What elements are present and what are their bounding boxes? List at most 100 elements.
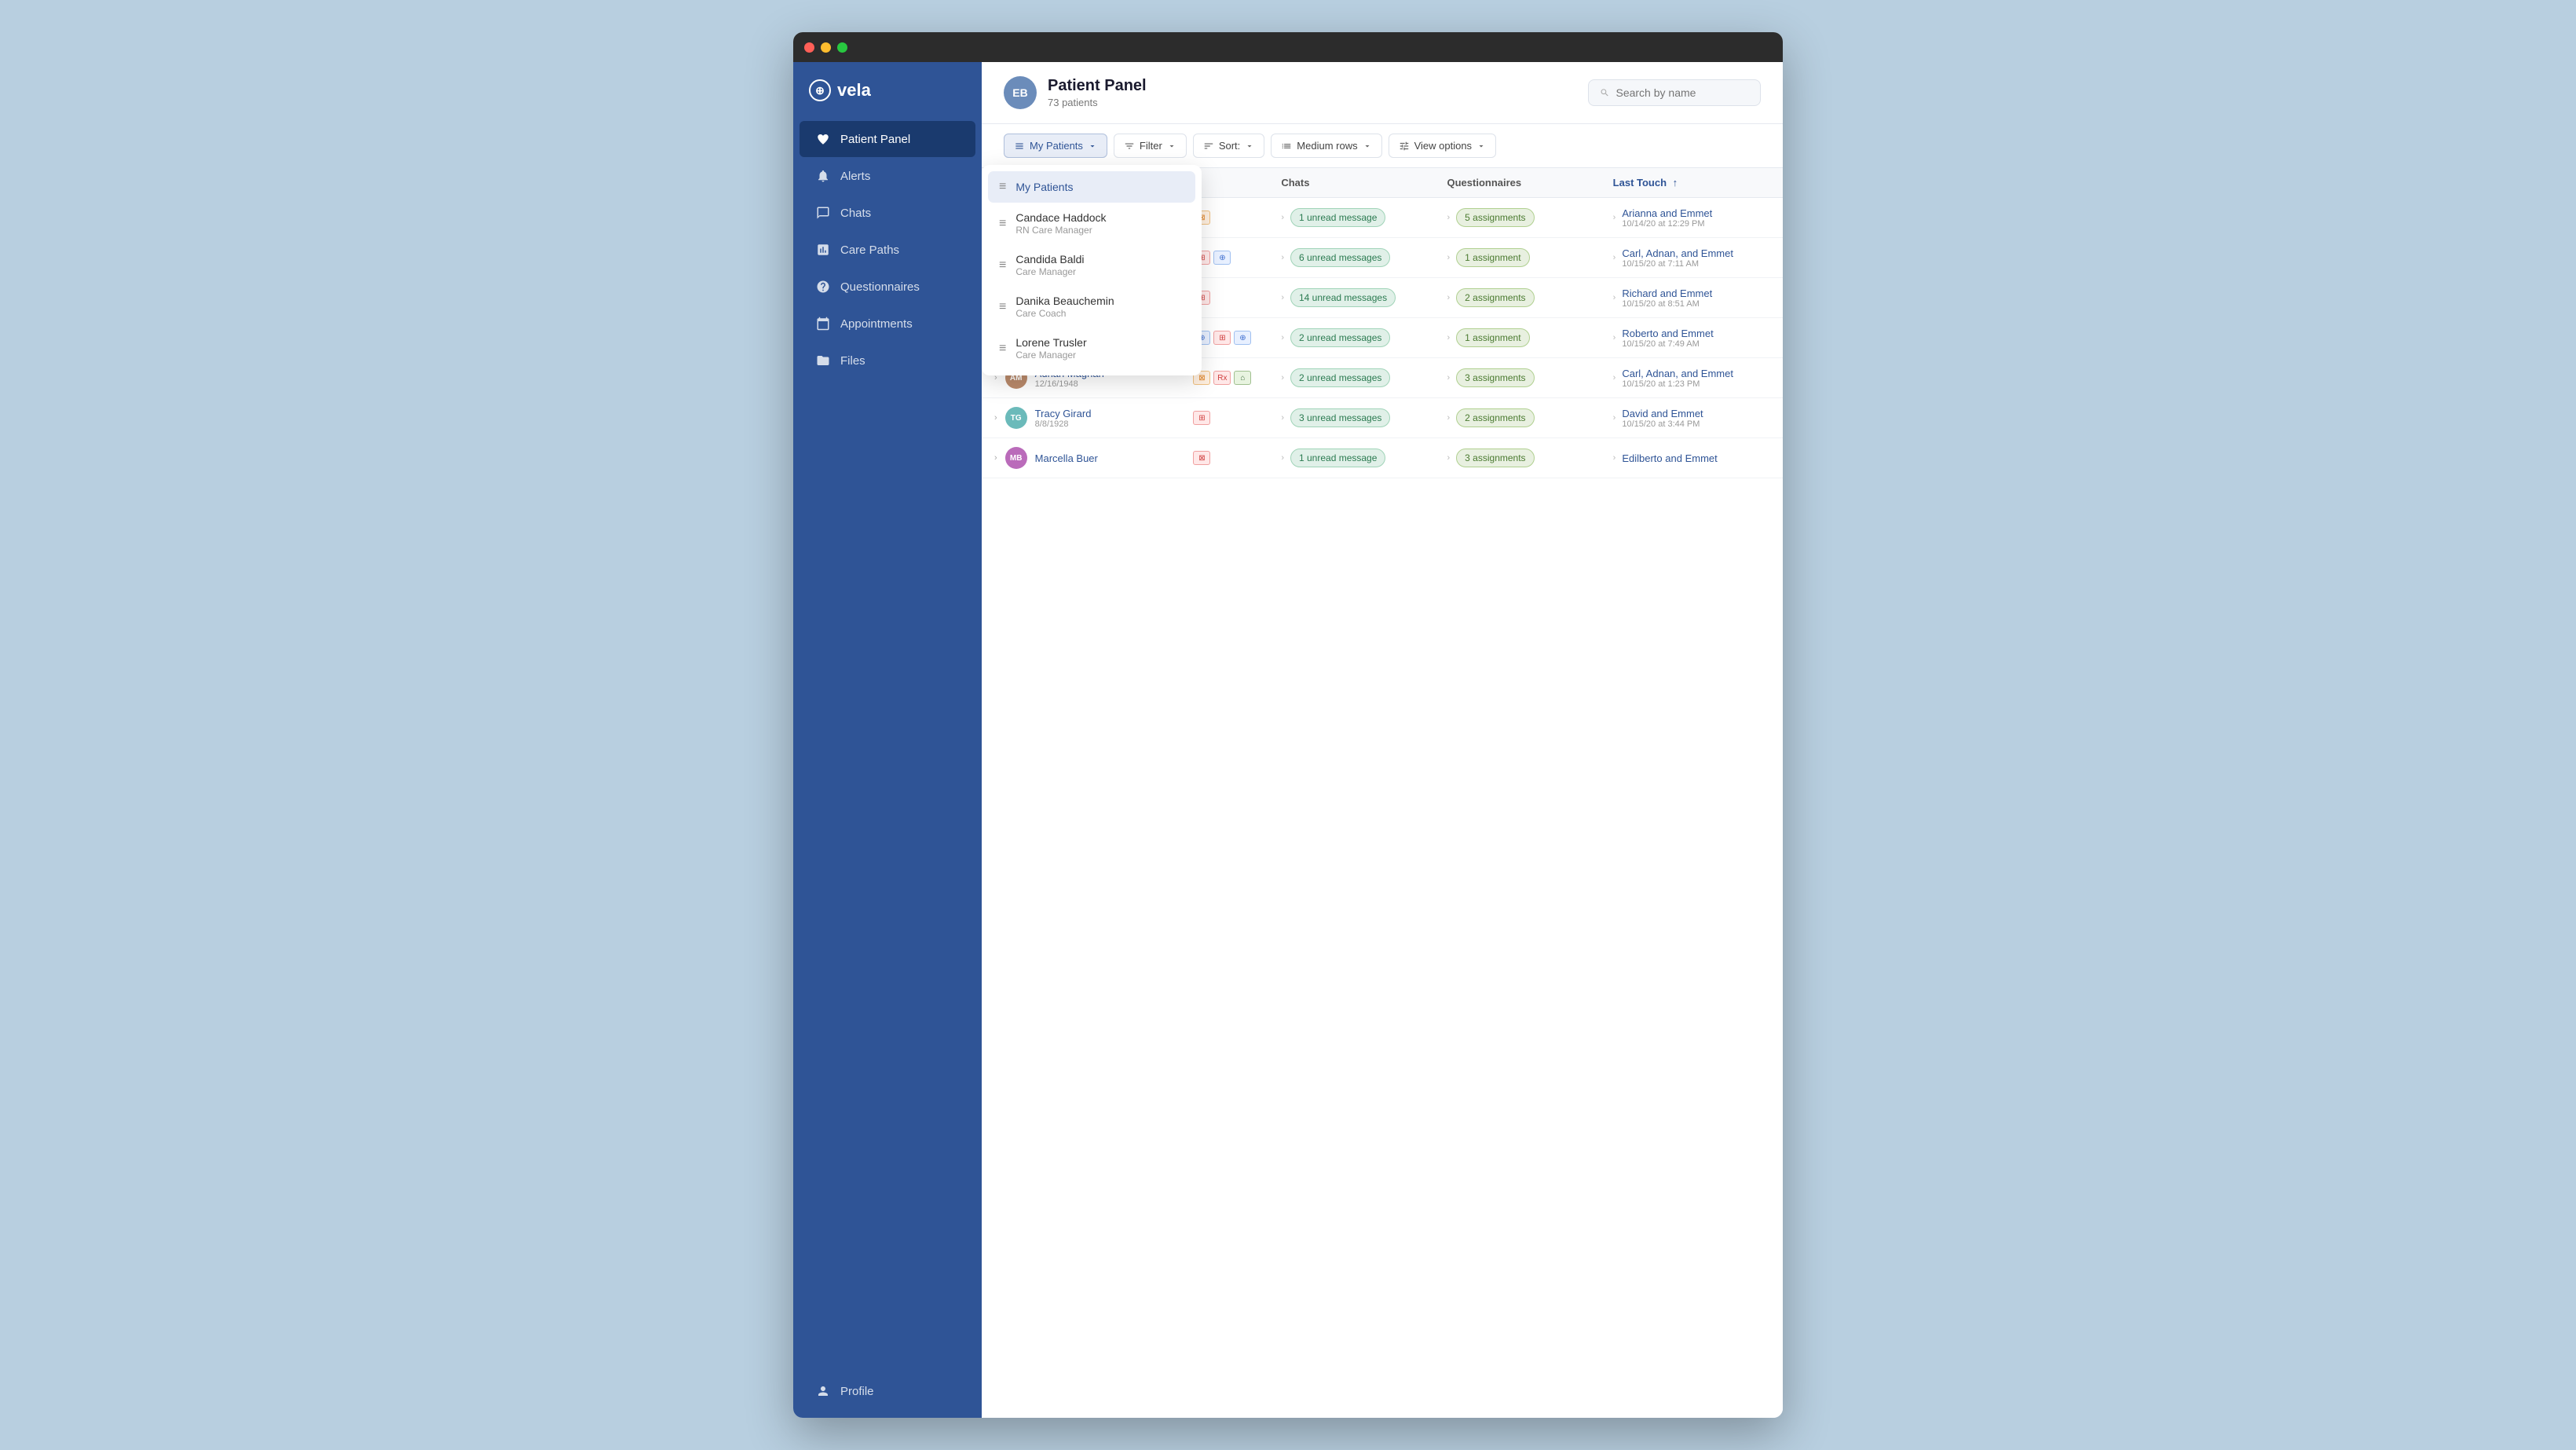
patient-dob: 8/8/1928 (1035, 419, 1092, 429)
sidebar-item-care-paths[interactable]: Care Paths (800, 232, 975, 268)
main-content: EB Patient Panel 73 patients (982, 62, 1783, 1418)
rows-icon (1281, 141, 1292, 152)
quest-badge[interactable]: 3 assignments (1456, 449, 1534, 467)
questionnaire-cell: › 5 assignments (1447, 208, 1588, 227)
sidebar-item-appointments[interactable]: Appointments (800, 306, 975, 342)
rows-chevron-icon (1363, 141, 1372, 151)
sidebar-item-label-alerts: Alerts (840, 170, 870, 183)
chat-badge[interactable]: 6 unread messages (1290, 248, 1390, 267)
quest-badge[interactable]: 2 assignments (1456, 408, 1534, 427)
chat-badge[interactable]: 14 unread messages (1290, 288, 1396, 307)
quest-expand-arrow[interactable]: › (1447, 413, 1451, 423)
expand-arrow[interactable]: › (994, 453, 997, 463)
flag-badge: Rx (1213, 371, 1231, 385)
chat-expand-arrow[interactable]: › (1281, 293, 1284, 302)
my-patients-button[interactable]: My Patients (1004, 134, 1107, 158)
avatar: EB (1004, 76, 1037, 109)
patient-name[interactable]: Tracy Girard (1035, 408, 1092, 419)
list-icon-4: ≡ (999, 300, 1006, 314)
questionnaire-cell: › 2 assignments (1447, 408, 1588, 427)
toolbar: My Patients Filter (982, 124, 1783, 168)
quest-badge[interactable]: 3 assignments (1456, 368, 1534, 387)
sidebar-item-questionnaires[interactable]: Questionnaires (800, 269, 975, 305)
close-button[interactable] (804, 42, 814, 53)
quest-badge[interactable]: 1 assignment (1456, 248, 1529, 267)
expand-arrow[interactable]: › (994, 413, 997, 423)
page-title: Patient Panel (1048, 77, 1147, 95)
sidebar-item-patient-panel[interactable]: Patient Panel (800, 121, 975, 157)
chat-icon (815, 205, 831, 221)
chat-expand-arrow[interactable]: › (1281, 253, 1284, 262)
page-header: EB Patient Panel 73 patients (982, 62, 1783, 124)
chat-expand-arrow[interactable]: › (1281, 213, 1284, 222)
quest-expand-arrow[interactable]: › (1447, 213, 1451, 222)
quest-expand-arrow[interactable]: › (1447, 253, 1451, 262)
flag-badge: ⌂ (1234, 371, 1251, 385)
filter-button[interactable]: Filter (1114, 134, 1187, 158)
patient-name[interactable]: Marcella Buer (1035, 452, 1098, 464)
quest-badge[interactable]: 5 assignments (1456, 208, 1534, 227)
maximize-button[interactable] (837, 42, 847, 53)
dropdown-candace-role: RN Care Manager (1015, 225, 1106, 236)
dropdown-item-content-lorene: Lorene Trusler Care Manager (1015, 336, 1086, 361)
dropdown-lorene-role: Care Manager (1015, 350, 1086, 361)
chat-badge[interactable]: 1 unread message (1290, 449, 1385, 467)
last-touch-info: Edilberto and Emmet (1622, 452, 1717, 464)
last-touch-arrow[interactable]: › (1613, 453, 1616, 463)
dropdown-danika-name: Danika Beauchemin (1015, 295, 1114, 307)
col-header-questionnaires: Questionnaires (1435, 168, 1601, 198)
dropdown-item-content-danika: Danika Beauchemin Care Coach (1015, 295, 1114, 319)
view-options-button[interactable]: View options (1389, 134, 1496, 158)
dropdown-item-candida[interactable]: ≡ Candida Baldi Care Manager (988, 244, 1195, 286)
row-size-button[interactable]: Medium rows (1271, 134, 1381, 158)
sidebar-item-chats[interactable]: Chats (800, 195, 975, 231)
last-touch-arrow[interactable]: › (1613, 333, 1616, 342)
last-touch-names: Carl, Adnan, and Emmet (1622, 247, 1733, 259)
chat-expand-arrow[interactable]: › (1281, 333, 1284, 342)
dropdown-item-lorene[interactable]: ≡ Lorene Trusler Care Manager (988, 328, 1195, 369)
sidebar-item-files[interactable]: Files (800, 342, 975, 379)
quest-expand-arrow[interactable]: › (1447, 453, 1451, 463)
sidebar-item-profile[interactable]: Profile (800, 1373, 975, 1409)
dropdown-item-danika[interactable]: ≡ Danika Beauchemin Care Coach (988, 286, 1195, 328)
search-input[interactable] (1615, 86, 1749, 99)
questionnaire-cell: › 1 assignment (1447, 328, 1588, 347)
chat-expand-arrow[interactable]: › (1281, 413, 1284, 423)
heart-icon (815, 131, 831, 147)
logo-text: vela (837, 80, 871, 101)
last-touch-cell: › David and Emmet 10/15/20 at 3:44 PM (1613, 408, 1770, 429)
last-touch-arrow[interactable]: › (1613, 253, 1616, 262)
sidebar-item-alerts[interactable]: Alerts (800, 158, 975, 194)
dropdown-item-my-patients[interactable]: ≡ My Patients (988, 171, 1195, 203)
quest-expand-arrow[interactable]: › (1447, 293, 1451, 302)
chat-badge[interactable]: 2 unread messages (1290, 368, 1390, 387)
col-header-chats: Chats (1268, 168, 1434, 198)
list-icon-3: ≡ (999, 258, 1006, 273)
last-touch-names: Roberto and Emmet (1622, 328, 1713, 339)
chat-expand-arrow[interactable]: › (1281, 373, 1284, 383)
last-touch-info: David and Emmet 10/15/20 at 3:44 PM (1622, 408, 1703, 429)
last-touch-arrow[interactable]: › (1613, 373, 1616, 383)
chat-cell: › 2 unread messages (1281, 328, 1422, 347)
minimize-button[interactable] (821, 42, 831, 53)
last-touch-time: 10/15/20 at 7:11 AM (1622, 259, 1733, 269)
sidebar-bottom: Profile (793, 1372, 982, 1418)
chat-badge[interactable]: 1 unread message (1290, 208, 1385, 227)
quest-badge[interactable]: 1 assignment (1456, 328, 1529, 347)
search-box[interactable] (1588, 79, 1761, 106)
profile-icon (815, 1383, 831, 1399)
dropdown-item-candace[interactable]: ≡ Candace Haddock RN Care Manager (988, 203, 1195, 244)
last-touch-arrow[interactable]: › (1613, 413, 1616, 423)
chat-badge[interactable]: 2 unread messages (1290, 328, 1390, 347)
list-icon-2: ≡ (999, 217, 1006, 231)
flag-icons: ⊠Rx⌂ (1193, 371, 1256, 385)
col-header-last-touch[interactable]: Last Touch ↑ (1601, 168, 1783, 198)
last-touch-arrow[interactable]: › (1613, 293, 1616, 302)
chat-expand-arrow[interactable]: › (1281, 453, 1284, 463)
last-touch-arrow[interactable]: › (1613, 213, 1616, 222)
chat-badge[interactable]: 3 unread messages (1290, 408, 1390, 427)
quest-expand-arrow[interactable]: › (1447, 373, 1451, 383)
quest-expand-arrow[interactable]: › (1447, 333, 1451, 342)
sort-button[interactable]: Sort: (1193, 134, 1264, 158)
quest-badge[interactable]: 2 assignments (1456, 288, 1534, 307)
